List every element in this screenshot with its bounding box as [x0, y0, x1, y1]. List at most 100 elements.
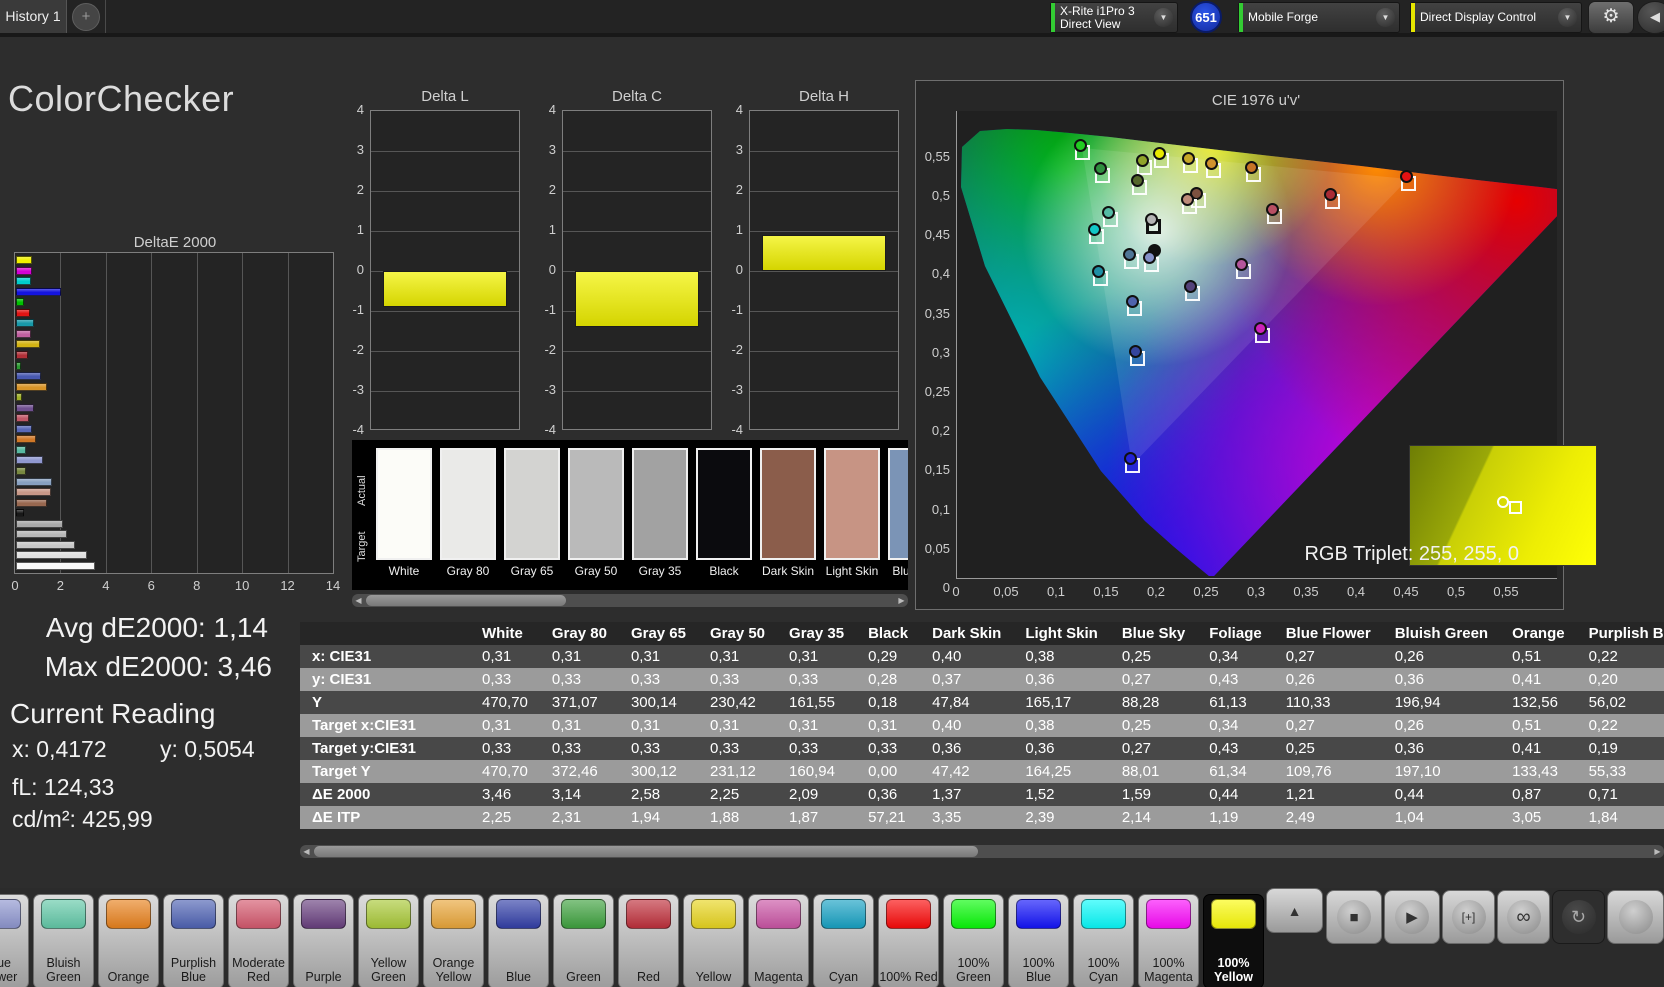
row-label: Target Y: [300, 760, 476, 783]
x-tick-label: 4: [102, 578, 110, 593]
chevron-down-icon[interactable]: ▼: [1558, 8, 1577, 27]
cell: 0,33: [545, 737, 625, 760]
y-tick-label: -3: [731, 382, 743, 397]
table-scrollbar-thumb[interactable]: [314, 846, 978, 857]
patch-button-magenta[interactable]: Magenta: [748, 894, 809, 987]
gridline: [750, 351, 898, 352]
gridline: [242, 253, 244, 573]
cell: 61,34: [1203, 760, 1280, 783]
swatch-label: Blue Sky: [892, 564, 908, 578]
history-tab[interactable]: History 1: [0, 0, 67, 33]
patch-label: BlueFlower: [0, 956, 18, 984]
cell: 3,46: [476, 783, 546, 806]
gridline: [563, 391, 711, 392]
max-de2000-readout: Max dE2000: 3,46: [44, 651, 272, 682]
cie-x-tick-label: 0,3: [1246, 584, 1266, 599]
patch-button-100-cyan[interactable]: 100% Cyan: [1073, 894, 1134, 987]
patch-color-chip: [496, 899, 541, 929]
cie-x-tick-label: 0,15: [1093, 584, 1119, 599]
deltae2000-chart: DeltaE 2000 0 2 4 6 8 10 12 14: [11, 234, 340, 593]
single-measure-button[interactable]: [+]: [1442, 890, 1495, 944]
scroll-left-icon[interactable]: ◀: [352, 594, 365, 607]
y-tick-label: 3: [356, 142, 364, 157]
cell: 0,25: [1115, 714, 1204, 737]
cie-point-white: [1144, 212, 1158, 226]
cie-point-blue-flower: [1142, 251, 1156, 265]
patch-button-purplish-blue[interactable]: Purplish Blue: [163, 894, 224, 987]
swatch-gray-50: [568, 448, 624, 560]
source-dropdown[interactable]: Mobile Forge ▼: [1238, 2, 1400, 33]
cell: 2,25: [703, 783, 784, 806]
table-scrollbar[interactable]: ◀ ▶: [300, 845, 1664, 858]
deltae2000-plot: [14, 252, 334, 574]
patch-button-yellow[interactable]: Yellow: [683, 894, 744, 987]
col-header-blue-flower: Blue Flower: [1279, 622, 1389, 645]
cell: 0,19: [1582, 737, 1664, 760]
cie-point-orange: [1244, 160, 1258, 174]
patch-button-100-green[interactable]: 100% Green: [943, 894, 1004, 987]
tab-separator: [105, 0, 106, 33]
patch-button-orange-yellow[interactable]: Orange Yellow: [423, 894, 484, 987]
swatch-scrollbar-thumb[interactable]: [366, 595, 566, 606]
cell: 2,14: [1115, 806, 1204, 829]
deltae2000-chart-title: DeltaE 2000: [133, 234, 217, 251]
patch-button-moderate-red[interactable]: Moderate Red: [228, 894, 289, 987]
patch-button-yellow-green[interactable]: Yellow Green: [358, 894, 419, 987]
de2000-bar-100-blue: [16, 287, 62, 296]
chevron-down-icon[interactable]: ▼: [1154, 8, 1173, 27]
patch-button-blue-flower[interactable]: BlueFlower: [0, 894, 29, 987]
patch-button-green[interactable]: Green: [553, 894, 614, 987]
cie-y-tick-label: 0,35: [924, 305, 950, 321]
patch-color-chip: [886, 899, 931, 929]
patch-button-100-red[interactable]: 100% Red: [878, 894, 939, 987]
cell: 88,01: [1115, 760, 1204, 783]
play-icon: ▶: [1395, 900, 1429, 934]
cell: 0,43: [1203, 737, 1280, 760]
cell: 300,14: [624, 691, 704, 714]
calman-window: History 1 + X-Rite i1Pro 3 Direct View ▼…: [0, 0, 1664, 987]
display-status-stripe: [1411, 3, 1415, 32]
cell: 47,84: [926, 691, 1020, 714]
patch-label: Yellow Green: [370, 956, 407, 984]
rgb-triplet-readout: RGB Triplet: 255, 255, 0: [1304, 543, 1519, 565]
spare-button[interactable]: [1607, 890, 1664, 944]
gear-icon[interactable]: ⚙: [1588, 1, 1634, 34]
patch-button-cyan[interactable]: Cyan: [813, 894, 874, 987]
scroll-left-icon[interactable]: ◀: [300, 845, 313, 858]
cell: 0,25: [1115, 645, 1204, 668]
meter-count-badge: 651: [1190, 1, 1222, 33]
gridline: [563, 231, 711, 232]
display-control-dropdown[interactable]: Direct Display Control ▼: [1410, 2, 1582, 33]
scroll-right-icon[interactable]: ▶: [1651, 845, 1664, 858]
gridline: [563, 191, 711, 192]
col-header-blue-sky: Blue Sky: [1115, 622, 1204, 645]
de2000-bar-light-skin: [16, 488, 51, 497]
stop-button[interactable]: ■: [1326, 890, 1382, 944]
patch-button-red[interactable]: Red: [618, 894, 679, 987]
chevron-down-icon[interactable]: ▼: [1376, 8, 1395, 27]
continuous-measure-button[interactable]: ∞: [1497, 890, 1550, 944]
play-button[interactable]: ▶: [1384, 890, 1440, 944]
patch-button-blue[interactable]: Blue: [488, 894, 549, 987]
cell: 0,36: [1019, 737, 1116, 760]
y-tick-label: 3: [735, 142, 743, 157]
stop-icon: ■: [1337, 900, 1371, 934]
swatch-scrollbar[interactable]: ◀ ▶: [352, 594, 908, 607]
add-tab-button[interactable]: +: [72, 3, 100, 31]
patch-button-100-yellow[interactable]: 100% Yellow: [1203, 894, 1264, 987]
patch-button-bluish-green[interactable]: Bluish Green: [33, 894, 94, 987]
patch-color-chip: [1081, 899, 1126, 929]
row-label: x: CIE31: [300, 645, 476, 668]
meter-dropdown[interactable]: X-Rite i1Pro 3 Direct View ▼: [1050, 2, 1178, 33]
cie-y-tick-label: 0,3: [931, 344, 950, 360]
patch-button-100-blue[interactable]: 100% Blue: [1008, 894, 1069, 987]
refresh-button[interactable]: ↻: [1552, 890, 1605, 944]
patch-button-100-magenta[interactable]: 100% Magenta: [1138, 894, 1199, 987]
cell: 1,37: [926, 783, 1020, 806]
patch-button-purple[interactable]: Purple: [293, 894, 354, 987]
cell: 1,52: [1019, 783, 1116, 806]
pattern-scroll-up-button[interactable]: ▲: [1266, 888, 1323, 933]
patch-button-orange[interactable]: Orange: [98, 894, 159, 987]
scroll-right-icon[interactable]: ▶: [895, 594, 908, 607]
gridline: [563, 351, 711, 352]
